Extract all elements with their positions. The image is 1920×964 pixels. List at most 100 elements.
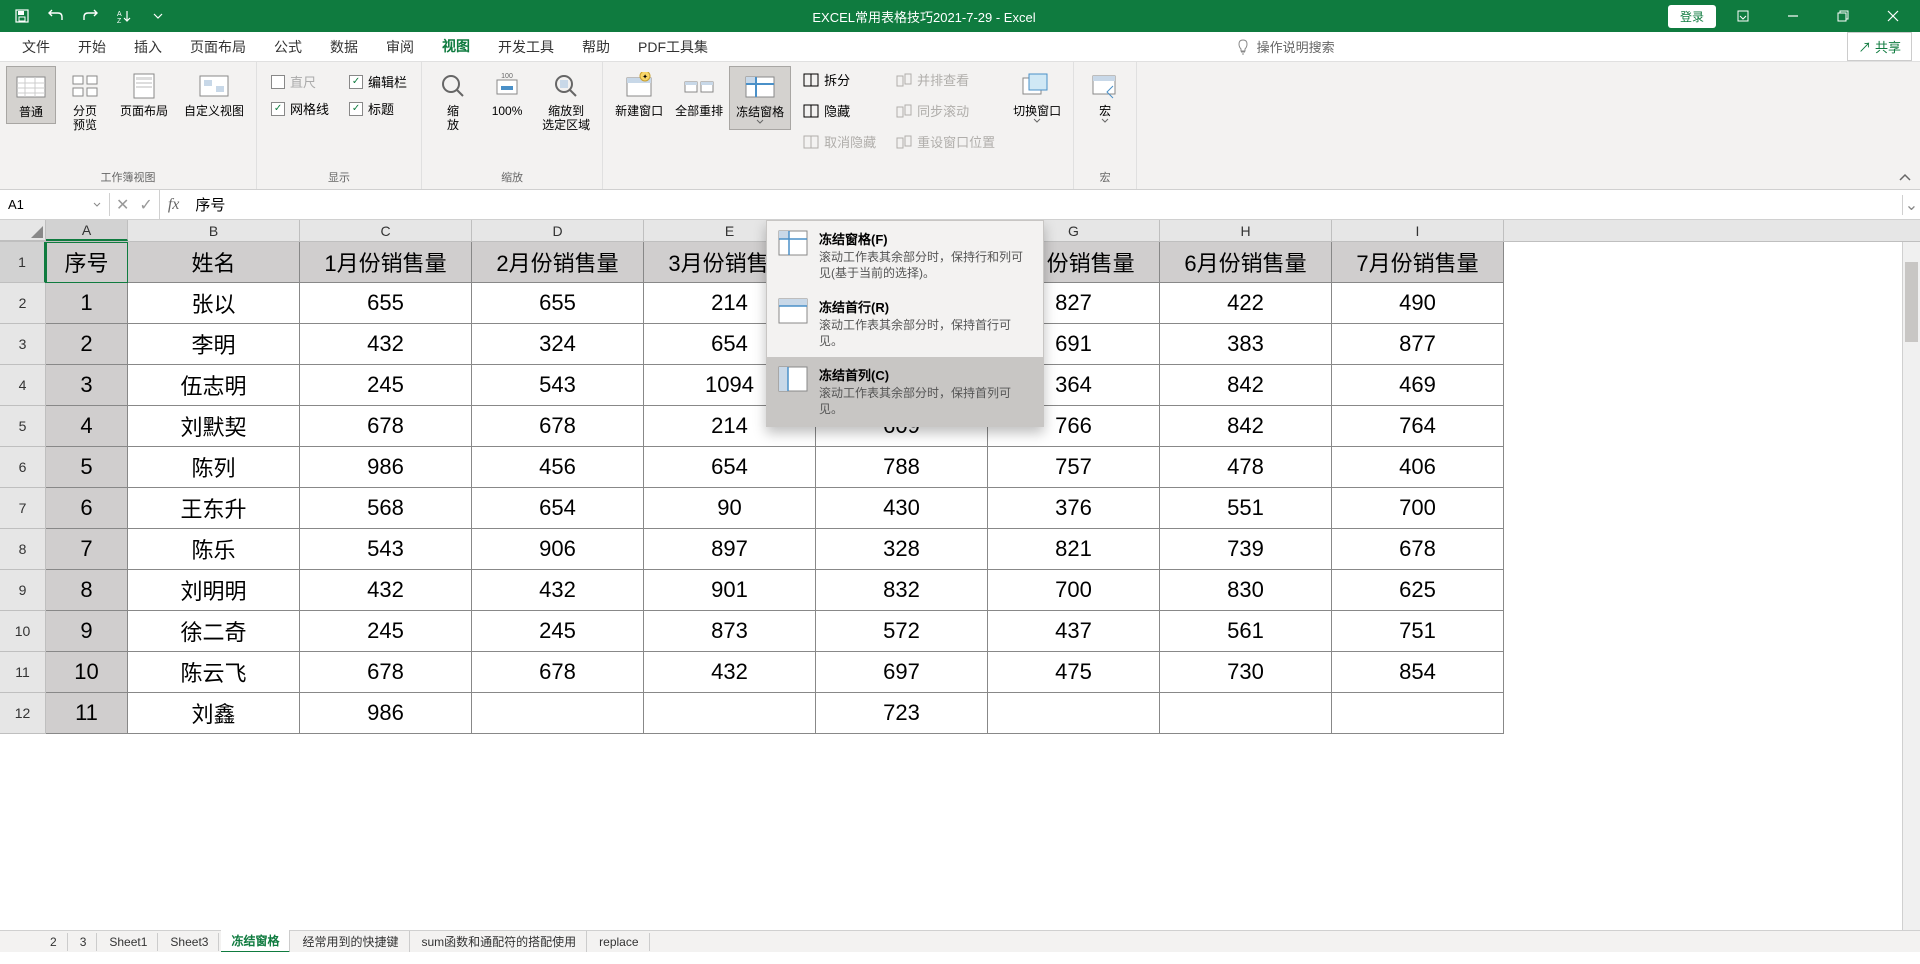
expand-formula-bar[interactable]: ⌄ bbox=[1902, 195, 1920, 215]
row-header-8[interactable]: 8 bbox=[0, 529, 46, 570]
cell[interactable]: 陈乐 bbox=[128, 529, 300, 570]
cell[interactable]: 700 bbox=[988, 570, 1160, 611]
cell[interactable]: 700 bbox=[1332, 488, 1504, 529]
cell[interactable]: 李明 bbox=[128, 324, 300, 365]
cell[interactable]: 901 bbox=[644, 570, 816, 611]
login-button[interactable]: 登录 bbox=[1668, 5, 1716, 28]
cell[interactable]: 490 bbox=[1332, 283, 1504, 324]
row-header-9[interactable]: 9 bbox=[0, 570, 46, 611]
sheet-tab-1[interactable]: 3 bbox=[70, 933, 98, 951]
cell[interactable]: 469 bbox=[1332, 365, 1504, 406]
cell[interactable]: 11 bbox=[46, 693, 128, 734]
cell[interactable]: 655 bbox=[300, 283, 472, 324]
ribbon-tab-5[interactable]: 数据 bbox=[316, 31, 372, 63]
cell[interactable]: 2月份销售量 bbox=[472, 242, 644, 283]
cell[interactable]: 9 bbox=[46, 611, 128, 652]
cell[interactable]: 姓名 bbox=[128, 242, 300, 283]
cell[interactable]: 3 bbox=[46, 365, 128, 406]
ribbon-tab-3[interactable]: 页面布局 bbox=[176, 31, 260, 63]
sheet-tab-6[interactable]: sum函数和通配符的搭配使用 bbox=[412, 931, 588, 952]
cell[interactable]: 刘明明 bbox=[128, 570, 300, 611]
cell[interactable]: 751 bbox=[1332, 611, 1504, 652]
cell[interactable]: 873 bbox=[644, 611, 816, 652]
sheet-tab-4[interactable]: 冻结窗格 bbox=[221, 930, 290, 952]
cell[interactable]: 842 bbox=[1160, 365, 1332, 406]
cell[interactable]: 6 bbox=[46, 488, 128, 529]
cell[interactable]: 432 bbox=[300, 324, 472, 365]
cell[interactable]: 伍志明 bbox=[128, 365, 300, 406]
cell[interactable]: 678 bbox=[300, 406, 472, 447]
window-btn-1[interactable]: 全部重排 bbox=[669, 66, 729, 130]
cell[interactable]: 730 bbox=[1160, 652, 1332, 693]
row-header-5[interactable]: 5 bbox=[0, 406, 46, 447]
cell[interactable]: 854 bbox=[1332, 652, 1504, 693]
ribbon-tab-9[interactable]: 帮助 bbox=[568, 31, 624, 63]
tell-me-search[interactable]: 操作说明搜索 bbox=[1225, 37, 1345, 56]
cell[interactable]: 383 bbox=[1160, 324, 1332, 365]
chk-标题[interactable]: ✓标题 bbox=[349, 99, 407, 118]
ribbon-tab-7[interactable]: 视图 bbox=[428, 30, 484, 64]
row-header-10[interactable]: 10 bbox=[0, 611, 46, 652]
cell[interactable]: 10 bbox=[46, 652, 128, 693]
cell[interactable]: 张以 bbox=[128, 283, 300, 324]
window-btn-2[interactable]: 冻结窗格 bbox=[729, 66, 791, 130]
cell[interactable]: 678 bbox=[472, 406, 644, 447]
close-button[interactable] bbox=[1870, 0, 1916, 32]
sort-button[interactable]: AZ bbox=[108, 2, 140, 30]
ribbon-tab-10[interactable]: PDF工具集 bbox=[624, 31, 722, 63]
cell[interactable] bbox=[472, 693, 644, 734]
cell[interactable]: 456 bbox=[472, 447, 644, 488]
cell[interactable] bbox=[1160, 693, 1332, 734]
row-header-2[interactable]: 2 bbox=[0, 283, 46, 324]
ribbon-tab-0[interactable]: 文件 bbox=[8, 31, 64, 63]
select-all-corner[interactable] bbox=[0, 220, 46, 241]
row-header-12[interactable]: 12 bbox=[0, 693, 46, 734]
window-btn-0[interactable]: ✦新建窗口 bbox=[609, 66, 669, 130]
save-button[interactable] bbox=[6, 2, 38, 30]
zoom-btn-2[interactable]: 缩放到选定区域 bbox=[536, 66, 596, 137]
cell[interactable]: 821 bbox=[988, 529, 1160, 570]
cell[interactable]: 徐二奇 bbox=[128, 611, 300, 652]
cell[interactable]: 723 bbox=[816, 693, 988, 734]
zoom-btn-1[interactable]: 100100% bbox=[482, 66, 532, 122]
row-header-7[interactable]: 7 bbox=[0, 488, 46, 529]
macros-button[interactable]: 宏 bbox=[1080, 66, 1130, 128]
win-opt-拆分[interactable]: 拆分 bbox=[803, 70, 876, 89]
cell[interactable]: 832 bbox=[816, 570, 988, 611]
cell[interactable]: 678 bbox=[1332, 529, 1504, 570]
cell[interactable]: 572 bbox=[816, 611, 988, 652]
cell[interactable]: 376 bbox=[988, 488, 1160, 529]
cell[interactable]: 625 bbox=[1332, 570, 1504, 611]
cell[interactable]: 245 bbox=[472, 611, 644, 652]
cell[interactable]: 830 bbox=[1160, 570, 1332, 611]
ribbon-tab-6[interactable]: 审阅 bbox=[372, 31, 428, 63]
fx-button[interactable]: fx bbox=[160, 196, 188, 214]
cell[interactable]: 6月份销售量 bbox=[1160, 242, 1332, 283]
cell[interactable]: 842 bbox=[1160, 406, 1332, 447]
formula-input[interactable]: 序号 bbox=[187, 190, 1902, 219]
minimize-button[interactable] bbox=[1770, 0, 1816, 32]
ribbon-tab-8[interactable]: 开发工具 bbox=[484, 31, 568, 63]
name-box[interactable]: A1 bbox=[0, 193, 110, 216]
cell[interactable]: 90 bbox=[644, 488, 816, 529]
cell[interactable]: 430 bbox=[816, 488, 988, 529]
cell[interactable]: 8 bbox=[46, 570, 128, 611]
cell[interactable]: 432 bbox=[644, 652, 816, 693]
col-header-A[interactable]: A bbox=[46, 220, 128, 241]
cell[interactable]: 543 bbox=[472, 365, 644, 406]
cell[interactable]: 561 bbox=[1160, 611, 1332, 652]
col-header-D[interactable]: D bbox=[472, 220, 644, 241]
cell[interactable] bbox=[1332, 693, 1504, 734]
collapse-ribbon-button[interactable] bbox=[1898, 173, 1912, 183]
view-btn-1[interactable]: 分页预览 bbox=[60, 66, 110, 137]
cell[interactable]: 757 bbox=[988, 447, 1160, 488]
ribbon-options-button[interactable] bbox=[1720, 0, 1766, 32]
cell[interactable]: 543 bbox=[300, 529, 472, 570]
cell[interactable]: 406 bbox=[1332, 447, 1504, 488]
cell[interactable]: 678 bbox=[300, 652, 472, 693]
cell[interactable]: 655 bbox=[472, 283, 644, 324]
cell[interactable]: 739 bbox=[1160, 529, 1332, 570]
redo-button[interactable] bbox=[74, 2, 106, 30]
row-header-4[interactable]: 4 bbox=[0, 365, 46, 406]
col-header-H[interactable]: H bbox=[1160, 220, 1332, 241]
